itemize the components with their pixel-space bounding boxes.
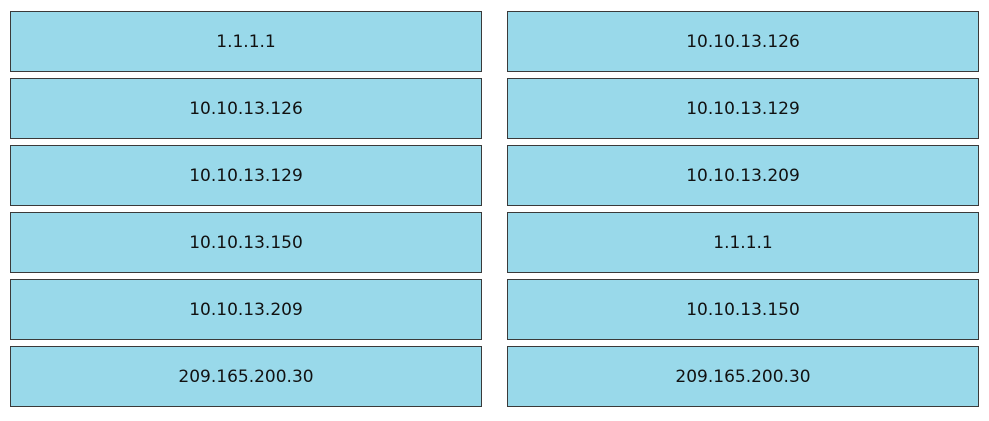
target-address-tile-5[interactable]: 10.10.13.150: [507, 279, 979, 340]
tile-label: 10.10.13.150: [189, 232, 303, 253]
target-address-tile-3[interactable]: 10.10.13.209: [507, 145, 979, 206]
source-address-tile-6[interactable]: 209.165.200.30: [10, 346, 482, 407]
target-address-tile-2[interactable]: 10.10.13.129: [507, 78, 979, 139]
tile-label: 10.10.13.209: [686, 165, 800, 186]
source-address-tile-1[interactable]: 1.1.1.1: [10, 11, 482, 72]
source-address-tile-5[interactable]: 10.10.13.209: [10, 279, 482, 340]
source-address-list: 1.1.1.1 10.10.13.126 10.10.13.129 10.10.…: [10, 11, 482, 413]
source-address-tile-2[interactable]: 10.10.13.126: [10, 78, 482, 139]
tile-label: 10.10.13.129: [686, 98, 800, 119]
tile-label: 1.1.1.1: [216, 31, 276, 52]
target-address-list: 10.10.13.126 10.10.13.129 10.10.13.209 1…: [507, 11, 979, 413]
tile-label: 10.10.13.150: [686, 299, 800, 320]
tile-label: 10.10.13.129: [189, 165, 303, 186]
tile-label: 10.10.13.209: [189, 299, 303, 320]
tile-label: 1.1.1.1: [713, 232, 773, 253]
source-address-tile-4[interactable]: 10.10.13.150: [10, 212, 482, 273]
source-address-tile-3[interactable]: 10.10.13.129: [10, 145, 482, 206]
tile-label: 209.165.200.30: [178, 366, 314, 387]
tile-label: 10.10.13.126: [189, 98, 303, 119]
tile-label: 209.165.200.30: [675, 366, 811, 387]
target-address-tile-6[interactable]: 209.165.200.30: [507, 346, 979, 407]
target-address-tile-4[interactable]: 1.1.1.1: [507, 212, 979, 273]
tile-label: 10.10.13.126: [686, 31, 800, 52]
target-address-tile-1[interactable]: 10.10.13.126: [507, 11, 979, 72]
